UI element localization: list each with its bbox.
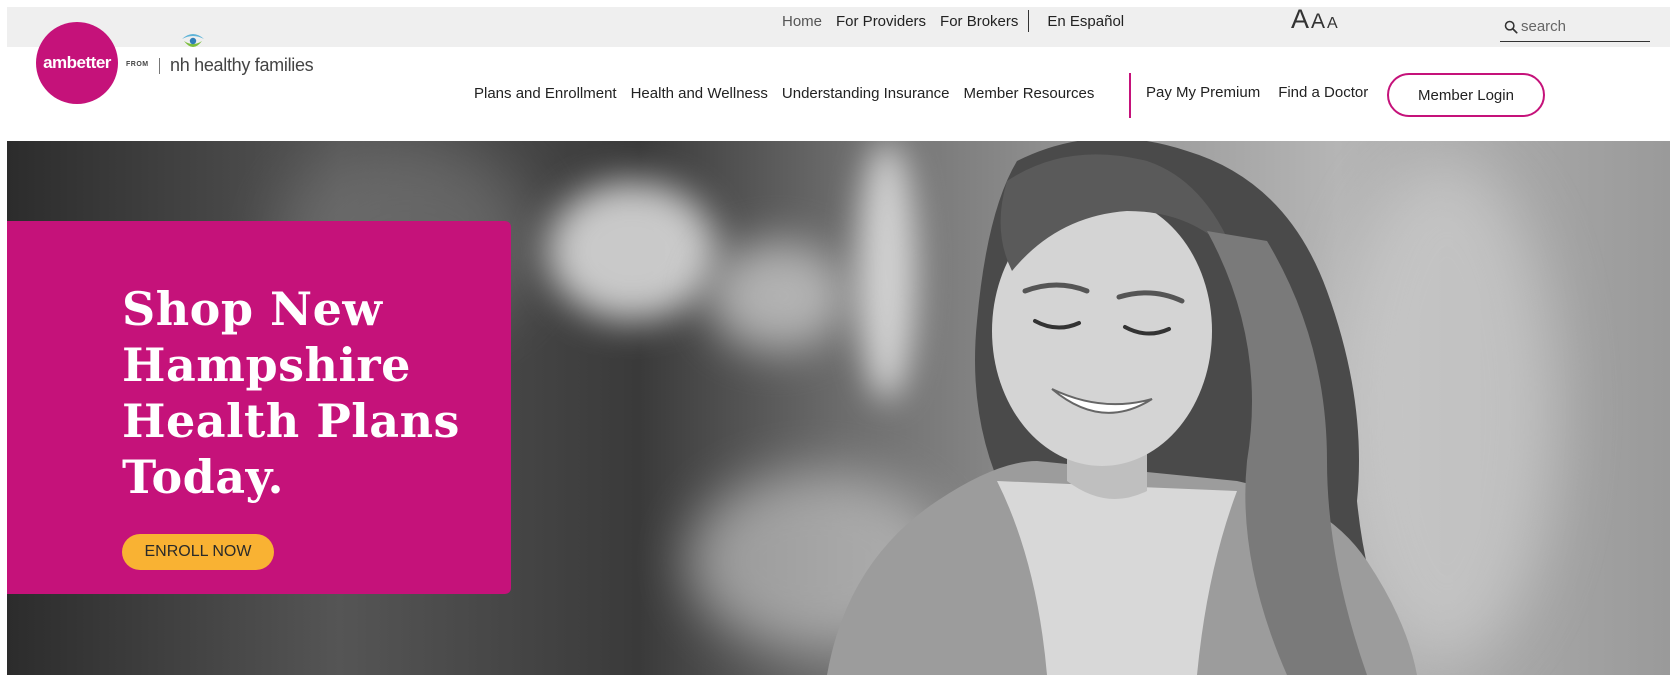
nav-member-resources[interactable]: Member Resources: [964, 85, 1095, 102]
language-link[interactable]: En Español: [1047, 13, 1124, 30]
search-box: [1500, 12, 1650, 42]
utility-divider: [1028, 10, 1030, 32]
logo-divider: [159, 58, 160, 74]
hero-promo-card: Shop New Hampshire Health Plans Today. E…: [7, 221, 511, 594]
nav-divider: [1129, 73, 1131, 118]
utility-link-brokers[interactable]: For Brokers: [940, 13, 1018, 30]
font-size-controls: A A A: [1291, 4, 1340, 35]
nav-understanding-insurance[interactable]: Understanding Insurance: [782, 85, 950, 102]
logo-partner-text: nh healthy families: [170, 55, 314, 75]
logo-from-label: FROM: [126, 61, 149, 68]
hero-photo-woman: [827, 141, 1417, 675]
pay-premium-link[interactable]: Pay My Premium: [1146, 84, 1260, 101]
ambetter-logo[interactable]: ambetter: [36, 22, 118, 104]
enroll-now-button[interactable]: ENROLL NOW: [122, 534, 274, 570]
font-size-small-button[interactable]: A: [1327, 15, 1338, 33]
hero-title: Shop New Hampshire Health Plans Today.: [122, 282, 460, 504]
font-size-medium-button[interactable]: A: [1311, 10, 1325, 34]
logo-brand-text: ambetter: [43, 53, 111, 72]
utility-nav: Home For Providers For Brokers En Españo…: [782, 10, 1138, 32]
nh-healthy-families-logo-icon: [182, 34, 204, 47]
hero-bg-shape: [547, 181, 717, 321]
quick-links: Pay My Premium Find a Doctor: [1146, 84, 1386, 101]
search-input[interactable]: [1521, 18, 1641, 35]
font-size-large-button[interactable]: A: [1291, 4, 1309, 35]
nav-health-wellness[interactable]: Health and Wellness: [631, 85, 768, 102]
utility-link-home[interactable]: Home: [782, 13, 822, 30]
find-doctor-link[interactable]: Find a Doctor: [1278, 84, 1368, 101]
main-nav: Plans and Enrollment Health and Wellness…: [474, 85, 1108, 102]
nav-plans-enrollment[interactable]: Plans and Enrollment: [474, 85, 617, 102]
member-login-button[interactable]: Member Login: [1387, 73, 1545, 117]
page: Home For Providers For Brokers En Españo…: [0, 0, 1677, 675]
search-icon[interactable]: [1504, 20, 1518, 34]
utility-link-providers[interactable]: For Providers: [836, 13, 926, 30]
